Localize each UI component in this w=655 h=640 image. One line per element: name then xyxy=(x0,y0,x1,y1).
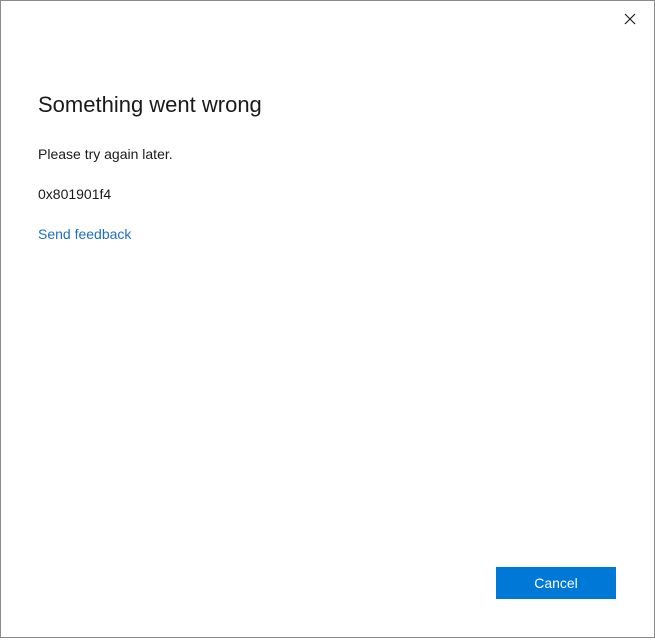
cancel-button[interactable]: Cancel xyxy=(496,567,616,599)
dialog-title: Something went wrong xyxy=(38,92,262,117)
error-code: 0x801901f4 xyxy=(38,186,112,202)
close-button[interactable] xyxy=(613,3,647,35)
error-message: Please try again later. xyxy=(38,146,173,162)
close-icon xyxy=(624,13,636,25)
error-dialog: Something went wrong Please try again la… xyxy=(0,0,655,638)
send-feedback-link[interactable]: Send feedback xyxy=(38,224,131,244)
